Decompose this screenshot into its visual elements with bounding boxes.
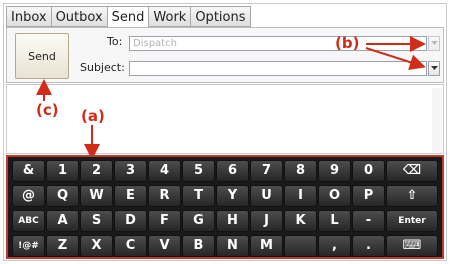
chevron-down-icon <box>431 41 438 45</box>
key-3[interactable]: 3 <box>114 160 147 182</box>
backspace-key[interactable]: ⌫ <box>386 160 438 182</box>
vertical-scrollbar[interactable] <box>432 88 442 152</box>
key-6[interactable]: 6 <box>216 160 249 182</box>
key-ampersand[interactable]: & <box>12 160 45 182</box>
subject-dropdown-button[interactable] <box>428 61 440 76</box>
key-m[interactable]: M <box>250 235 283 257</box>
key-u[interactable]: U <box>250 185 283 207</box>
key-hyphen[interactable]: - <box>352 210 385 232</box>
key-p[interactable]: P <box>352 185 385 207</box>
key-4[interactable]: 4 <box>148 160 181 182</box>
key-f[interactable]: F <box>148 210 181 232</box>
to-label: To: <box>107 35 123 48</box>
key-comma[interactable]: , <box>318 235 351 257</box>
shift-key[interactable]: ⇧ <box>386 185 438 207</box>
tab-work[interactable]: Work <box>148 6 191 27</box>
key-s[interactable]: S <box>80 210 113 232</box>
key-g[interactable]: G <box>182 210 215 232</box>
subject-label: Subject: <box>80 61 125 74</box>
key-7[interactable]: 7 <box>250 160 283 182</box>
key-x[interactable]: X <box>80 235 113 257</box>
send-button[interactable]: Send <box>15 33 69 79</box>
key-8[interactable]: 8 <box>284 160 317 182</box>
to-dropdown-button[interactable] <box>428 36 440 51</box>
tab-outbox[interactable]: Outbox <box>50 6 107 27</box>
callout-a-label: (a) <box>81 107 105 125</box>
key-c[interactable]: C <box>114 235 147 257</box>
onscreen-keyboard: & 1 2 3 4 5 6 7 8 9 0 ⌫ @ Q W E R T Y U … <box>6 155 444 259</box>
callout-c-label: (c) <box>36 101 59 119</box>
key-y[interactable]: Y <box>216 185 249 207</box>
key-j[interactable]: J <box>250 210 283 232</box>
key-1[interactable]: 1 <box>46 160 79 182</box>
key-r[interactable]: R <box>148 185 181 207</box>
chevron-down-icon <box>431 66 438 70</box>
subject-field[interactable] <box>129 61 427 76</box>
key-5[interactable]: 5 <box>182 160 215 182</box>
key-0[interactable]: 0 <box>352 160 385 182</box>
enter-key[interactable]: Enter <box>386 210 438 232</box>
key-n[interactable]: N <box>216 235 249 257</box>
key-z[interactable]: Z <box>46 235 79 257</box>
key-e[interactable]: E <box>114 185 147 207</box>
key-period[interactable]: . <box>352 235 385 257</box>
space-key[interactable] <box>284 235 317 257</box>
key-q[interactable]: Q <box>46 185 79 207</box>
to-field[interactable]: Dispatch <box>129 36 427 51</box>
tab-options[interactable]: Options <box>190 6 251 27</box>
message-body-textarea[interactable] <box>6 84 444 154</box>
key-o[interactable]: O <box>318 185 351 207</box>
callout-b-label: (b) <box>335 34 360 52</box>
key-2[interactable]: 2 <box>80 160 113 182</box>
key-d[interactable]: D <box>114 210 147 232</box>
key-i[interactable]: I <box>284 185 317 207</box>
key-b[interactable]: B <box>182 235 215 257</box>
key-l[interactable]: L <box>318 210 351 232</box>
key-a[interactable]: A <box>46 210 79 232</box>
key-k[interactable]: K <box>284 210 317 232</box>
key-t[interactable]: T <box>182 185 215 207</box>
key-w[interactable]: W <box>80 185 113 207</box>
key-9[interactable]: 9 <box>318 160 351 182</box>
tab-inbox[interactable]: Inbox <box>6 6 51 27</box>
tab-send[interactable]: Send <box>106 6 149 28</box>
key-h[interactable]: H <box>216 210 249 232</box>
abc-key[interactable]: ABC <box>12 210 45 232</box>
keyboard-toggle-key[interactable]: ⌨ <box>386 235 438 257</box>
key-at[interactable]: @ <box>12 185 45 207</box>
key-v[interactable]: V <box>148 235 181 257</box>
tab-bar: Inbox Outbox Send Work Options <box>6 6 251 28</box>
to-value: Dispatch <box>133 38 177 49</box>
symbols-key[interactable]: !@# <box>12 235 45 257</box>
